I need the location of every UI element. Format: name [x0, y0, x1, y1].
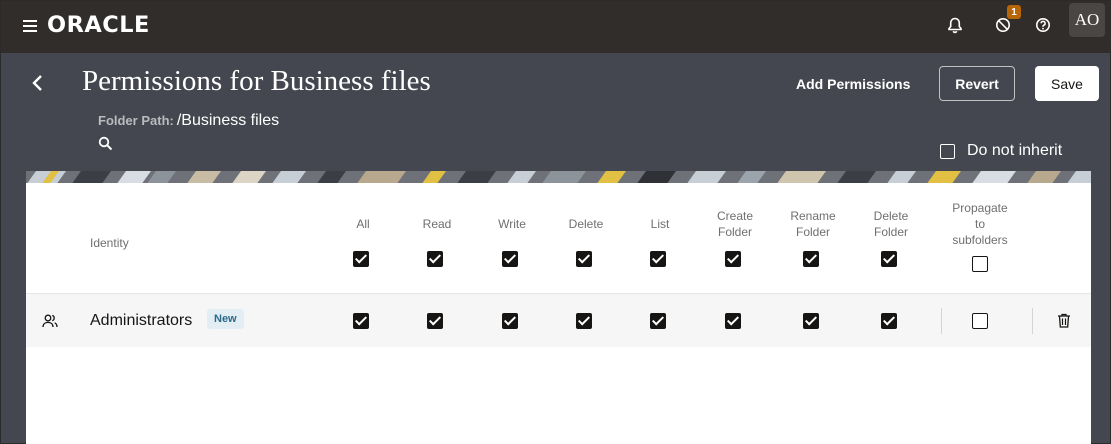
notification-count-badge: 1 [1007, 5, 1021, 19]
row-checkbox-read[interactable] [427, 313, 443, 329]
search-icon[interactable] [98, 136, 113, 151]
folder-path-label: Folder Path: [98, 113, 174, 128]
group-icon [42, 313, 58, 334]
column-header-propagate: Propagate to subfolders [952, 201, 1008, 247]
new-badge: New [207, 309, 244, 329]
row-checkbox-write[interactable] [502, 313, 518, 329]
row-checkbox-list[interactable] [650, 313, 666, 329]
folder-path: Folder Path:/Business files [98, 112, 279, 130]
do-not-inherit-checkbox[interactable]: Do not inherit [940, 142, 1062, 160]
column-header-rename-folder: Rename Folder [790, 209, 836, 239]
save-button[interactable]: Save [1035, 66, 1099, 101]
table-row: Administrators New [26, 293, 1091, 347]
identity-name: Administrators [90, 312, 193, 329]
back-arrow-icon[interactable] [29, 73, 49, 93]
column-divider [1032, 308, 1033, 334]
row-checkbox-create-folder[interactable] [725, 313, 741, 329]
header-checkbox-all[interactable] [353, 251, 369, 267]
row-checkbox-all[interactable] [353, 313, 369, 329]
revert-button[interactable]: Revert [939, 66, 1015, 101]
column-header-list: List [650, 217, 670, 231]
header-checkbox-write[interactable] [502, 251, 518, 267]
header-checkbox-propagate[interactable] [972, 256, 988, 272]
header-checkbox-create-folder[interactable] [725, 251, 741, 267]
column-header-write: Write [498, 217, 526, 231]
add-permissions-button[interactable]: Add Permissions [796, 76, 910, 92]
column-header-read: Read [422, 217, 452, 231]
row-checkbox-rename-folder[interactable] [803, 313, 819, 329]
header-checkbox-delete-folder[interactable] [881, 251, 897, 267]
trash-icon[interactable] [1057, 313, 1071, 333]
permissions-table: Identity All Read Write Delete List Crea… [26, 183, 1091, 444]
column-header-delete-folder: Delete Folder [873, 209, 909, 239]
header-checkbox-read[interactable] [427, 251, 443, 267]
help-icon[interactable] [1029, 11, 1057, 39]
blocked-activity-icon[interactable]: 1 [989, 5, 1021, 39]
notifications-bell-icon[interactable] [941, 11, 969, 39]
row-checkbox-propagate[interactable] [972, 313, 988, 329]
header-checkbox-list[interactable] [650, 251, 666, 267]
identity-column-header: Identity [90, 236, 129, 250]
column-header-all: All [356, 217, 370, 231]
do-not-inherit-box[interactable] [940, 143, 955, 159]
header-checkbox-rename-folder[interactable] [803, 251, 819, 267]
row-checkbox-delete[interactable] [576, 313, 592, 329]
column-header-delete: Delete [568, 217, 604, 231]
column-header-create-folder: Create Folder [716, 209, 754, 239]
column-divider [941, 308, 942, 334]
oracle-logo: ORACLE [46, 13, 150, 38]
hamburger-menu-icon[interactable] [23, 20, 37, 32]
user-avatar[interactable]: AO [1069, 3, 1105, 37]
page-title: Permissions for Business files [82, 65, 431, 97]
header-checkbox-delete[interactable] [576, 251, 592, 267]
top-bar: ORACLE 1 AO [1, 1, 1111, 53]
folder-path-value: /Business files [176, 112, 280, 129]
do-not-inherit-label: Do not inherit [967, 142, 1063, 159]
row-checkbox-delete-folder[interactable] [881, 313, 897, 329]
